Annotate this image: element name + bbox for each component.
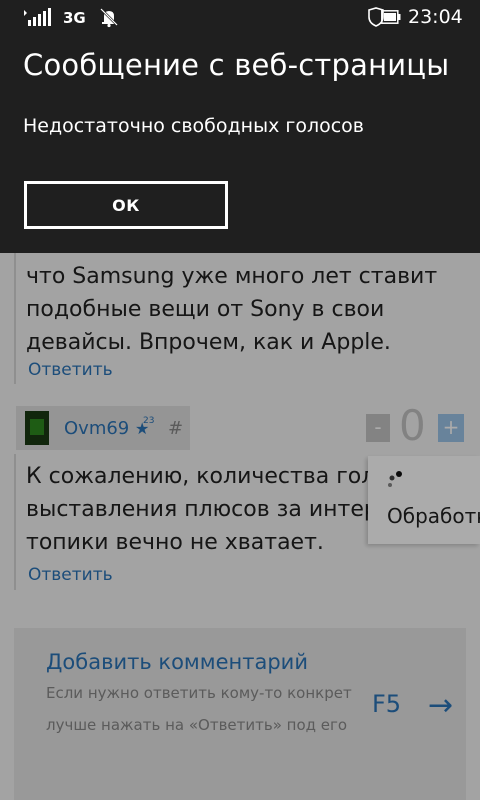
message-dialog: 3G 23:04 Сообщение с веб-страницы Недост… xyxy=(0,0,480,253)
dialog-title: Сообщение с веб-страницы xyxy=(23,48,450,82)
clock: 23:04 xyxy=(408,6,463,28)
signal-icon xyxy=(24,8,51,26)
quiet-hours-icon xyxy=(100,8,118,28)
ok-button[interactable]: ОК xyxy=(24,181,228,229)
status-bar: 3G 23:04 xyxy=(0,0,480,34)
battery-icon xyxy=(381,10,401,24)
dialog-message: Недостаточно свободных голосов xyxy=(23,115,364,137)
network-type: 3G xyxy=(63,9,86,27)
